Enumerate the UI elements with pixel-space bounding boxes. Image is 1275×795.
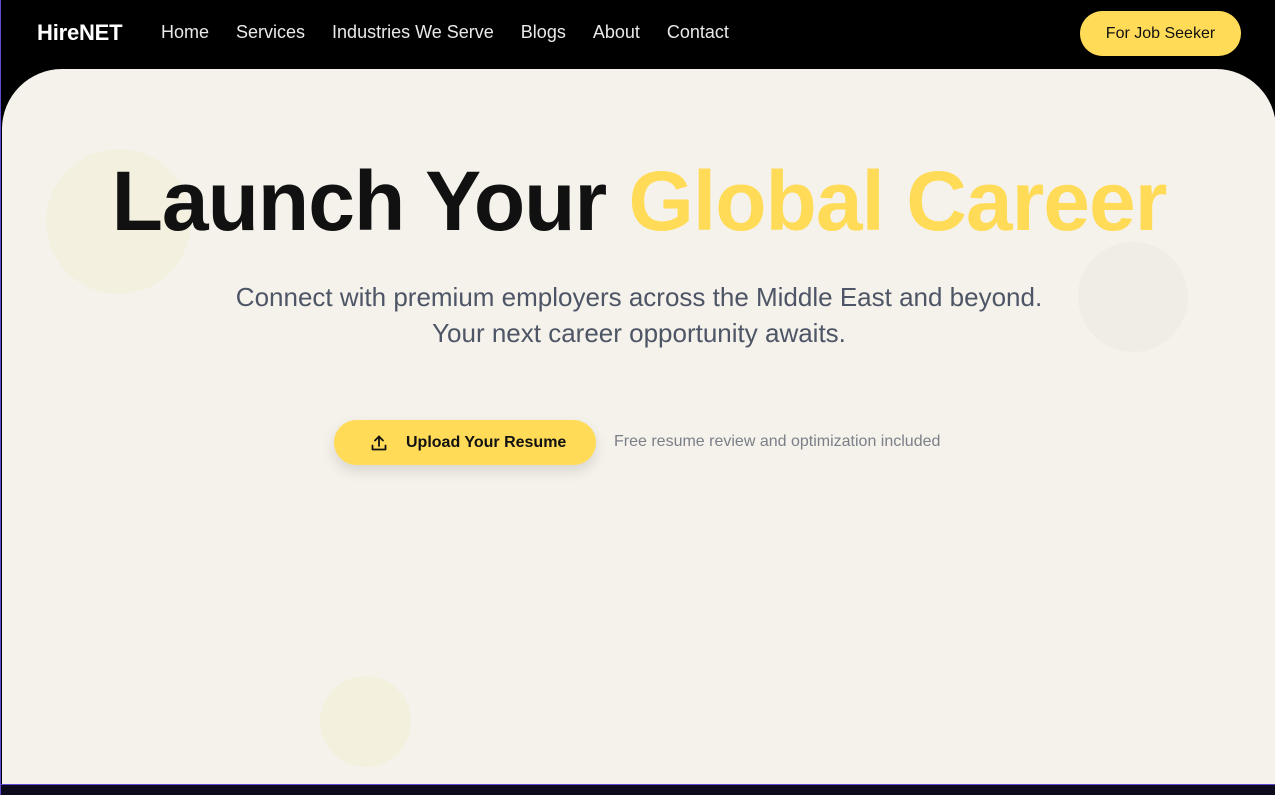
hero-title-main: Launch Your — [111, 154, 629, 248]
hero-title-accent: Global Career — [628, 154, 1168, 248]
logo[interactable]: HireNET — [37, 20, 123, 46]
hero-title: Launch Your Global Career — [2, 157, 1275, 245]
upload-resume-button[interactable]: Upload Your Resume — [334, 420, 596, 465]
upload-resume-label: Upload Your Resume — [406, 433, 567, 451]
nav-link-blogs[interactable]: Blogs — [521, 22, 566, 43]
for-job-seeker-button[interactable]: For Job Seeker — [1080, 11, 1241, 56]
nav-links: Home Services Industries We Serve Blogs … — [161, 22, 756, 43]
upload-icon — [370, 434, 388, 452]
decorative-circle — [320, 676, 411, 767]
nav-link-contact[interactable]: Contact — [667, 22, 729, 43]
hero-subtitle: Connect with premium employers across th… — [2, 279, 1275, 351]
nav-link-home[interactable]: Home — [161, 22, 209, 43]
hero-section: Launch Your Global Career Connect with p… — [2, 69, 1275, 784]
nav-link-industries[interactable]: Industries We Serve — [332, 22, 494, 43]
resume-review-note: Free resume review and optimization incl… — [614, 433, 941, 450]
nav-link-about[interactable]: About — [593, 22, 640, 43]
nav-link-services[interactable]: Services — [236, 22, 305, 43]
hero-subtitle-line2: Your next career opportunity awaits. — [432, 318, 846, 348]
hero-subtitle-line1: Connect with premium employers across th… — [235, 282, 1043, 312]
navbar: HireNET Home Services Industries We Serv… — [1, 0, 1275, 69]
page: HireNET Home Services Industries We Serv… — [0, 0, 1275, 795]
bottom-edge — [1, 784, 1275, 795]
